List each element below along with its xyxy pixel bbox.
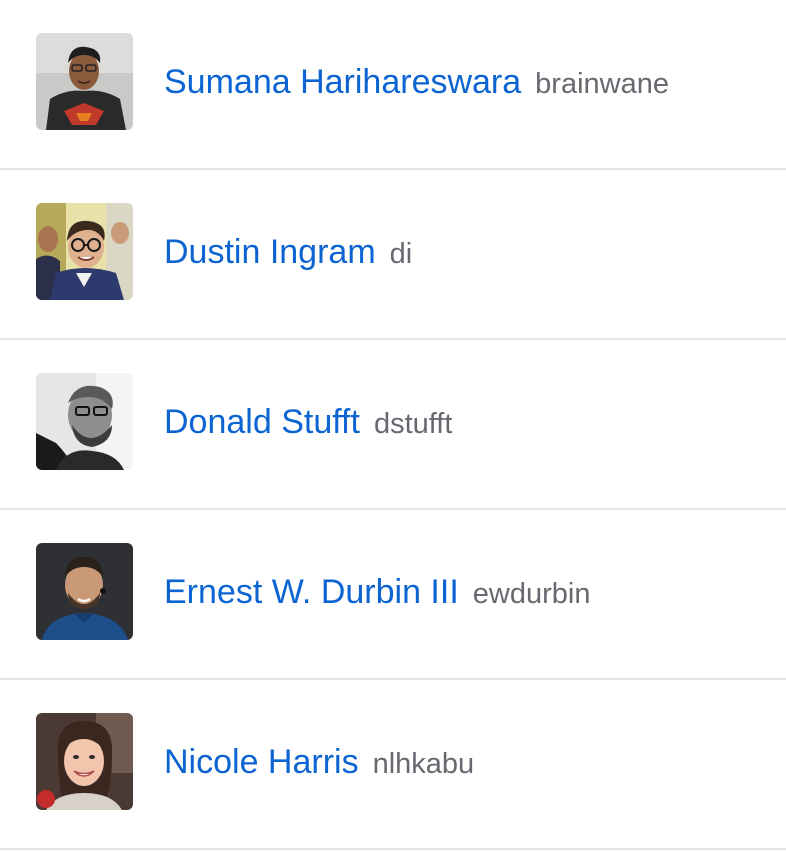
member-name-link[interactable]: Sumana Harihareswara bbox=[164, 63, 521, 101]
member-username: dstufft bbox=[373, 408, 453, 440]
member-text: Sumana Harihareswara brainwane bbox=[164, 62, 669, 109]
member-text: Nicole Harris nlhkabu bbox=[164, 742, 474, 789]
member-text: Donald Stufft dstufft bbox=[164, 402, 452, 449]
member-list: Sumana Harihareswara brainwane Dustin In… bbox=[0, 0, 786, 850]
member-row: Dustin Ingram di bbox=[0, 170, 786, 340]
member-username: nlhkabu bbox=[372, 748, 475, 780]
member-username: di bbox=[389, 238, 413, 270]
member-username: brainwane bbox=[535, 68, 669, 100]
avatar-photo-icon bbox=[36, 713, 133, 810]
member-row: Nicole Harris nlhkabu bbox=[0, 680, 786, 850]
member-name-link[interactable]: Dustin Ingram bbox=[164, 233, 376, 271]
member-name-link[interactable]: Nicole Harris bbox=[164, 743, 359, 781]
member-row: Ernest W. Durbin III ewdurbin bbox=[0, 510, 786, 680]
avatar-photo-icon bbox=[36, 543, 133, 640]
avatar-sumana[interactable] bbox=[36, 33, 133, 130]
member-name-link[interactable]: Donald Stufft bbox=[164, 403, 360, 441]
member-text: Ernest W. Durbin III ewdurbin bbox=[164, 572, 590, 619]
member-row: Sumana Harihareswara brainwane bbox=[0, 0, 786, 170]
member-username: ewdurbin bbox=[472, 578, 591, 610]
member-text: Dustin Ingram di bbox=[164, 232, 412, 279]
avatar-photo-icon bbox=[36, 203, 133, 300]
avatar-photo-icon bbox=[36, 373, 133, 470]
member-row: Donald Stufft dstufft bbox=[0, 340, 786, 510]
avatar-nicole[interactable] bbox=[36, 713, 133, 810]
avatar-donald[interactable] bbox=[36, 373, 133, 470]
member-name-link[interactable]: Ernest W. Durbin III bbox=[164, 573, 459, 611]
avatar-ernest[interactable] bbox=[36, 543, 133, 640]
avatar-photo-icon bbox=[36, 33, 133, 130]
avatar-dustin[interactable] bbox=[36, 203, 133, 300]
